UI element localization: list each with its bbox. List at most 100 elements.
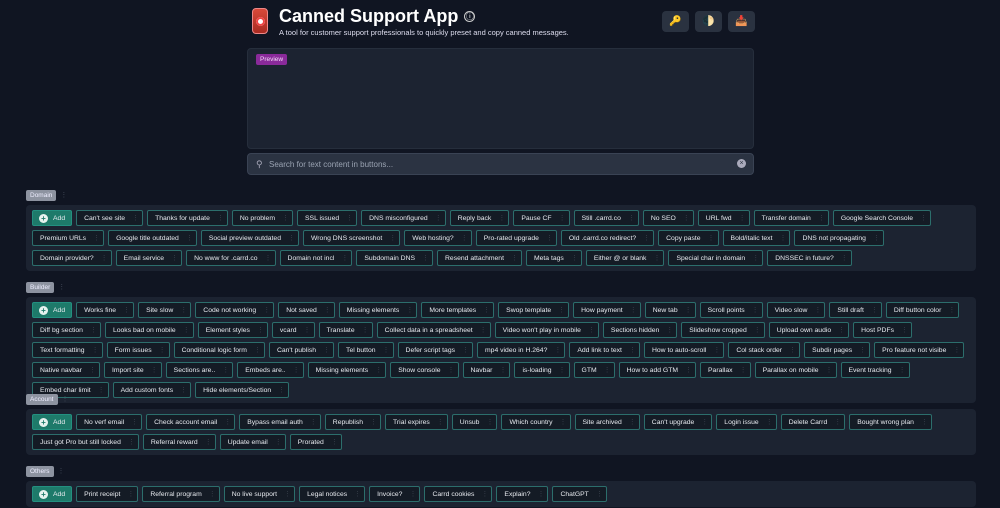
drag-handle-icon[interactable]: ⋮ [448,366,455,374]
drag-handle-icon[interactable]: ⋮ [948,306,955,314]
canned-message-button[interactable]: Missing elements ⋮ [338,302,418,318]
canned-message-button[interactable]: Referral reward ⋮ [142,434,216,450]
canned-message-button[interactable]: Show console ⋮ [390,362,459,378]
canned-message-button[interactable]: Slideshow cropped ⋮ [681,322,765,338]
drag-handle-icon[interactable]: ⋮ [596,490,603,498]
inbox-button[interactable]: 📥 [728,11,755,32]
drag-handle-icon[interactable]: ⋮ [422,254,429,262]
drag-handle-icon[interactable]: ⋮ [304,326,311,334]
drag-handle-icon[interactable]: ⋮ [209,490,216,498]
drag-handle-icon[interactable]: ⋮ [462,346,469,354]
drag-handle-icon[interactable]: ⋮ [437,418,444,426]
drag-handle-icon[interactable]: ⋮ [217,214,224,222]
drag-handle-icon[interactable]: ⋮ [288,234,295,242]
canned-message-button[interactable]: Transfer domain ⋮ [753,210,829,226]
drag-handle-icon[interactable]: ⋮ [58,283,65,291]
canned-message-button[interactable]: Event tracking ⋮ [840,362,910,378]
canned-message-button[interactable]: Video won't play in mobile ⋮ [494,322,599,338]
canned-message-button[interactable]: GTM ⋮ [573,362,615,378]
canned-message-button[interactable]: Delete Carrd ⋮ [780,414,846,430]
canned-message-button[interactable]: Host PDFs ⋮ [853,322,913,338]
canned-message-button[interactable]: Not saved ⋮ [278,302,335,318]
drag-handle-icon[interactable]: ⋮ [409,490,416,498]
drag-handle-icon[interactable]: ⋮ [375,366,382,374]
drag-handle-icon[interactable]: ⋮ [383,346,390,354]
drag-handle-icon[interactable]: ⋮ [331,438,338,446]
canned-message-button[interactable]: URL fwd ⋮ [697,210,750,226]
canned-message-button[interactable]: Tel button ⋮ [338,342,394,358]
drag-handle-icon[interactable]: ⋮ [483,306,490,314]
canned-message-button[interactable]: Subdomain DNS ⋮ [356,250,434,266]
drag-handle-icon[interactable]: ⋮ [537,490,544,498]
drag-handle-icon[interactable]: ⋮ [171,254,178,262]
canned-message-button[interactable]: Prorated ⋮ [289,434,342,450]
drag-handle-icon[interactable]: ⋮ [486,418,493,426]
canned-message-button[interactable]: Element styles ⋮ [197,322,268,338]
drag-handle-icon[interactable]: ⋮ [921,418,928,426]
drag-handle-icon[interactable]: ⋮ [62,395,69,403]
drag-handle-icon[interactable]: ⋮ [752,254,759,262]
drag-handle-icon[interactable]: ⋮ [740,366,747,374]
canned-message-button[interactable]: DNS not propagating ⋮ [794,230,884,246]
drag-handle-icon[interactable]: ⋮ [461,234,468,242]
canned-message-button[interactable]: Check account email ⋮ [146,414,236,430]
canned-message-button[interactable]: Sections are.. ⋮ [165,362,234,378]
canned-message-button[interactable]: Web hosting? ⋮ [404,230,472,246]
canned-message-button[interactable]: No live support ⋮ [223,486,296,502]
drag-handle-icon[interactable]: ⋮ [159,346,166,354]
search-input[interactable] [269,154,729,174]
canned-message-button[interactable]: Sections hidden ⋮ [602,322,678,338]
canned-message-button[interactable]: SSL issued ⋮ [297,210,358,226]
canned-message-button[interactable]: DNSSEC in future? ⋮ [767,250,852,266]
drag-handle-icon[interactable]: ⋮ [93,234,100,242]
canned-message-button[interactable]: Import site ⋮ [103,362,162,378]
canned-message-button[interactable]: Just got Pro but still locked ⋮ [32,434,139,450]
canned-message-button[interactable]: Either @ or blank ⋮ [585,250,665,266]
canned-message-button[interactable]: Can't publish ⋮ [268,342,335,358]
drag-handle-icon[interactable]: ⋮ [834,418,841,426]
canned-message-button[interactable]: DNS misconfigured ⋮ [361,210,446,226]
drag-handle-icon[interactable]: ⋮ [257,326,264,334]
drag-handle-icon[interactable]: ⋮ [588,326,595,334]
canned-message-button[interactable]: Can't see site ⋮ [76,210,144,226]
canned-message-button[interactable]: Unsub ⋮ [451,414,498,430]
drag-handle-icon[interactable]: ⋮ [653,254,660,262]
drag-handle-icon[interactable]: ⋮ [324,306,331,314]
canned-message-button[interactable]: Email service ⋮ [115,250,183,266]
drag-handle-icon[interactable]: ⋮ [826,366,833,374]
canned-message-button[interactable]: Google title outdated ⋮ [108,230,197,246]
canned-message-button[interactable]: Legal notices ⋮ [299,486,366,502]
canned-message-button[interactable]: Resend attachment ⋮ [437,250,522,266]
drag-handle-icon[interactable]: ⋮ [628,214,635,222]
drag-handle-icon[interactable]: ⋮ [814,306,821,314]
canned-message-button[interactable]: Swop template ⋮ [498,302,570,318]
drag-handle-icon[interactable]: ⋮ [323,346,330,354]
theme-toggle-button[interactable]: 🌓 [695,11,722,32]
drag-handle-icon[interactable]: ⋮ [362,326,369,334]
canned-message-button[interactable]: Subdir pages ⋮ [804,342,871,358]
drag-handle-icon[interactable]: ⋮ [498,214,505,222]
drag-handle-icon[interactable]: ⋮ [151,366,158,374]
preview-textarea[interactable]: Preview [247,48,754,149]
drag-handle-icon[interactable]: ⋮ [180,306,187,314]
canned-message-button[interactable]: Still draft ⋮ [829,302,882,318]
canned-message-button[interactable]: No SEO ⋮ [642,210,694,226]
drag-handle-icon[interactable]: ⋮ [282,214,289,222]
drag-handle-icon[interactable]: ⋮ [123,306,130,314]
canned-message-button[interactable]: Referral program ⋮ [142,486,220,502]
drag-handle-icon[interactable]: ⋮ [571,254,578,262]
drag-handle-icon[interactable]: ⋮ [920,214,927,222]
drag-handle-icon[interactable]: ⋮ [499,366,506,374]
canned-message-button[interactable]: Site archived ⋮ [574,414,640,430]
canned-message-button[interactable]: Pro-rated upgrade ⋮ [475,230,557,246]
canned-message-button[interactable]: Scroll points ⋮ [699,302,763,318]
drag-handle-icon[interactable]: ⋮ [713,346,720,354]
drag-handle-icon[interactable]: ⋮ [838,326,845,334]
drag-handle-icon[interactable]: ⋮ [205,438,212,446]
canned-message-button[interactable]: No problem ⋮ [231,210,293,226]
drag-handle-icon[interactable]: ⋮ [131,418,138,426]
drag-handle-icon[interactable]: ⋮ [629,346,636,354]
drag-handle-icon[interactable]: ⋮ [953,346,960,354]
canned-message-button[interactable]: Translate ⋮ [318,322,373,338]
canned-message-button[interactable]: Parallax on mobile ⋮ [754,362,837,378]
